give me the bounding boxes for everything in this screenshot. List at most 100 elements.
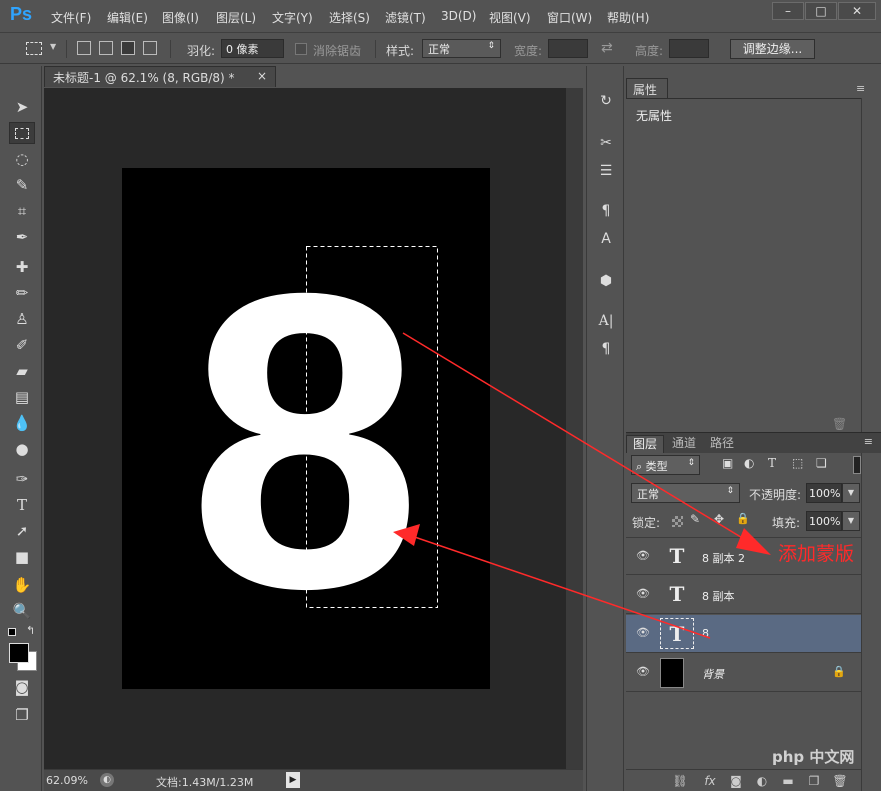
layer-name[interactable]: 8 bbox=[702, 627, 709, 640]
add-to-selection-icon[interactable] bbox=[99, 41, 113, 55]
width-input[interactable] bbox=[548, 39, 588, 58]
maximize-button[interactable]: □ bbox=[805, 2, 837, 20]
menu-image[interactable]: 图像(I) bbox=[162, 9, 199, 26]
menu-view[interactable]: 视图(V) bbox=[489, 9, 531, 26]
document-canvas[interactable]: 8 bbox=[122, 168, 490, 689]
layers-menu-icon[interactable]: ≡ bbox=[864, 435, 873, 448]
blur-tool-icon[interactable]: 💧 bbox=[9, 412, 35, 434]
layer-name[interactable]: 8 副本 bbox=[702, 588, 735, 604]
marquee-tool-preset-icon[interactable] bbox=[26, 42, 42, 55]
tab-channels[interactable]: 通道 bbox=[666, 435, 702, 454]
smart-object-filter-icon[interactable]: ❏ bbox=[816, 456, 827, 470]
height-input[interactable] bbox=[669, 39, 709, 58]
fx-icon[interactable]: fx bbox=[700, 772, 720, 790]
adjustment-layer-icon[interactable]: ◐ bbox=[752, 772, 772, 790]
type-layer-filter-icon[interactable]: T bbox=[768, 456, 776, 470]
pixel-layer-filter-icon[interactable]: ▣ bbox=[722, 456, 733, 470]
layer-row[interactable]: 👁 背景 🔒 bbox=[626, 654, 861, 692]
swap-colors-icon[interactable]: ↰ bbox=[26, 624, 35, 637]
adjustment-layer-filter-icon[interactable]: ◐ bbox=[744, 456, 754, 470]
gradient-tool-icon[interactable]: ▤ bbox=[9, 386, 35, 408]
default-colors-icon[interactable] bbox=[8, 628, 16, 636]
healing-brush-tool-icon[interactable]: ✚ bbox=[9, 256, 35, 278]
add-mask-icon[interactable]: ◙ bbox=[726, 772, 746, 790]
fill-dropdown-icon[interactable]: ▼ bbox=[842, 511, 860, 531]
hand-tool-icon[interactable]: ✋ bbox=[9, 574, 35, 596]
paragraph-styles-icon[interactable]: ¶ bbox=[593, 200, 619, 222]
adjustments-icon[interactable]: ☰ bbox=[593, 160, 619, 182]
dodge-tool-icon[interactable]: ● bbox=[9, 438, 35, 460]
menu-file[interactable]: 文件(F) bbox=[51, 9, 91, 26]
zoom-tool-icon[interactable]: 🔍 bbox=[9, 600, 35, 622]
quick-mask-icon[interactable]: ◙ bbox=[9, 676, 35, 698]
tab-properties[interactable]: 属性 bbox=[626, 78, 668, 98]
shape-layer-filter-icon[interactable]: ⬚ bbox=[792, 456, 803, 470]
blend-mode-select[interactable]: 正常 ⇕ bbox=[631, 483, 740, 503]
share-icon[interactable]: ◐ bbox=[100, 773, 114, 787]
brush-tool-icon[interactable]: ✏ bbox=[9, 282, 35, 304]
layer-name[interactable]: 8 副本 2 bbox=[702, 550, 745, 566]
intersect-selection-icon[interactable] bbox=[143, 41, 157, 55]
character-icon[interactable]: A| bbox=[593, 310, 619, 332]
trash-icon[interactable]: 🗑 bbox=[832, 417, 847, 431]
swap-icon[interactable]: ⇄ bbox=[601, 40, 613, 56]
zoom-level[interactable]: 62.09% bbox=[46, 774, 88, 787]
status-menu-arrow-icon[interactable]: ▶ bbox=[286, 772, 300, 788]
feather-input[interactable]: 0 像素 bbox=[221, 39, 284, 58]
new-selection-icon[interactable] bbox=[77, 41, 91, 55]
menu-help[interactable]: 帮助(H) bbox=[607, 9, 649, 26]
history-brush-tool-icon[interactable]: ✐ bbox=[9, 334, 35, 356]
type-tool-icon[interactable]: T bbox=[9, 494, 35, 516]
eraser-tool-icon[interactable]: ▰ bbox=[9, 360, 35, 382]
paragraph-icon[interactable]: ¶ bbox=[593, 338, 619, 360]
quick-selection-tool-icon[interactable]: ✎ bbox=[9, 174, 35, 196]
antialias-checkbox[interactable] bbox=[295, 43, 307, 55]
opacity-dropdown-icon[interactable]: ▼ bbox=[842, 483, 860, 503]
eye-icon[interactable]: 👁 bbox=[636, 588, 650, 600]
history-icon[interactable]: ↻ bbox=[593, 90, 619, 112]
menu-3d[interactable]: 3D(D) bbox=[441, 9, 476, 23]
clone-stamp-tool-icon[interactable]: ♙ bbox=[9, 308, 35, 330]
delete-layer-icon[interactable]: 🗑 bbox=[830, 772, 850, 790]
menu-filter[interactable]: 滤镜(T) bbox=[385, 9, 426, 26]
move-tool-icon[interactable]: ➤ bbox=[9, 96, 35, 118]
close-document-icon[interactable]: × bbox=[257, 69, 267, 83]
eye-icon[interactable]: 👁 bbox=[636, 666, 650, 678]
refine-edge-button[interactable]: 调整边缘... bbox=[730, 39, 815, 59]
tab-layers[interactable]: 图层 bbox=[626, 435, 665, 454]
lock-transparency-icon[interactable] bbox=[672, 516, 683, 527]
screen-mode-icon[interactable]: ❐ bbox=[9, 704, 35, 726]
link-layers-icon[interactable]: ⛓ bbox=[670, 772, 690, 790]
layer-name[interactable]: 背景 bbox=[702, 666, 724, 682]
new-layer-icon[interactable]: ❐ bbox=[804, 772, 824, 790]
subtract-from-selection-icon[interactable] bbox=[121, 41, 135, 55]
menu-layer[interactable]: 图层(L) bbox=[216, 9, 256, 26]
lock-all-icon[interactable]: 🔒 bbox=[736, 512, 750, 525]
pen-tool-icon[interactable]: ✑ bbox=[9, 468, 35, 490]
lasso-tool-icon[interactable]: ◌ bbox=[9, 148, 35, 170]
opacity-input[interactable]: 100% bbox=[806, 483, 842, 503]
lock-pixels-icon[interactable]: ✎ bbox=[690, 512, 700, 526]
panel-menu-icon[interactable]: ≡ bbox=[856, 82, 865, 95]
foreground-color-swatch[interactable] bbox=[9, 643, 29, 663]
new-group-icon[interactable]: ▬ bbox=[778, 772, 798, 790]
vertical-scrollbar[interactable] bbox=[566, 88, 583, 769]
minimize-button[interactable]: – bbox=[772, 2, 804, 20]
eyedropper-tool-icon[interactable]: ✒ bbox=[9, 226, 35, 248]
layer-row-selected[interactable]: 👁 T 8 bbox=[626, 615, 861, 653]
style-select[interactable]: 正常 ⇕ bbox=[422, 39, 501, 58]
chevron-down-icon[interactable]: ▼ bbox=[50, 42, 56, 51]
menu-window[interactable]: 窗口(W) bbox=[547, 9, 592, 26]
layer-filter-select[interactable]: ⌕ 类型 ⇕ bbox=[631, 455, 700, 475]
brush-presets-icon[interactable]: ✂ bbox=[593, 132, 619, 154]
document-tab[interactable]: 未标题-1 @ 62.1% (8, RGB/8) * × bbox=[44, 66, 276, 87]
rectangular-marquee-tool-icon[interactable] bbox=[9, 122, 35, 144]
tab-paths[interactable]: 路径 bbox=[704, 435, 740, 454]
fill-input[interactable]: 100% bbox=[806, 511, 842, 531]
3d-icon[interactable]: ⬢ bbox=[593, 270, 619, 292]
lock-position-icon[interactable]: ✥ bbox=[714, 512, 724, 526]
layer-row[interactable]: 👁 T 8 副本 bbox=[626, 576, 861, 614]
rectangle-tool-icon[interactable]: ■ bbox=[9, 546, 35, 568]
close-window-button[interactable]: ✕ bbox=[838, 2, 876, 20]
menu-edit[interactable]: 编辑(E) bbox=[107, 9, 148, 26]
